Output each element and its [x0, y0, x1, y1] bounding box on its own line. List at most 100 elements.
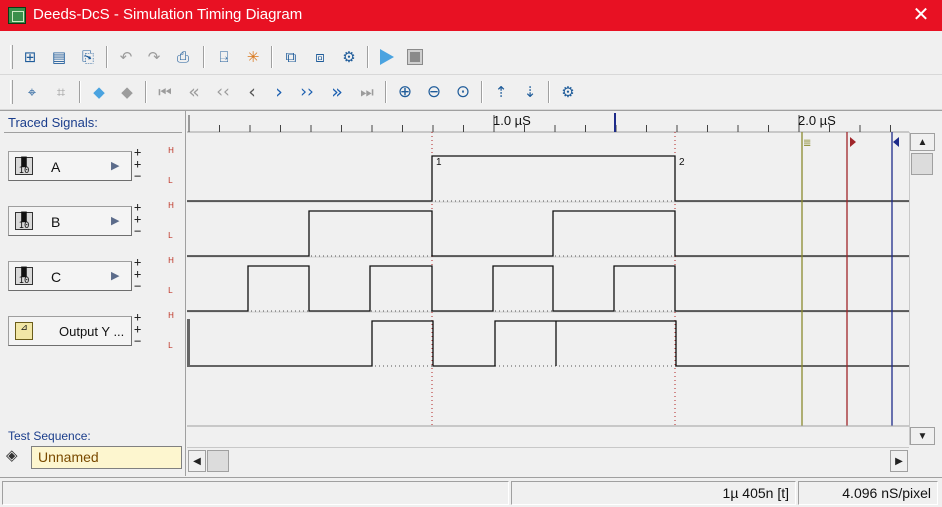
- document-icon[interactable]: ▤: [47, 45, 71, 69]
- toolbar-grip[interactable]: [10, 45, 13, 69]
- signal-level-control[interactable]: + + −: [134, 311, 146, 351]
- app-window: Deeds-DcS - Simulation Timing Diagram ✕ …: [0, 0, 942, 507]
- fast-rewind-icon[interactable]: «: [182, 80, 206, 104]
- input-switch-icon: █ 10: [15, 267, 33, 286]
- signal-level-control[interactable]: + + −: [134, 201, 146, 241]
- forward-icon[interactable]: ››: [295, 80, 319, 104]
- signal-button-b[interactable]: █ 10 B ▶: [8, 206, 132, 236]
- split-icon[interactable]: ⧉: [279, 45, 303, 69]
- zoom-fit-icon[interactable]: ⊙: [451, 80, 475, 104]
- zoom-out-icon[interactable]: ⊖: [422, 80, 446, 104]
- redo-icon[interactable]: ↷: [142, 45, 166, 69]
- level-high-label: H: [168, 201, 175, 210]
- ruler-label-2us: 2.0 µS: [798, 113, 836, 128]
- tag-icon: ◈: [6, 447, 18, 464]
- marker-olive-handle-icon[interactable]: ≣: [803, 138, 811, 149]
- signal-row-b: █ 10 B ▶ + + − H L: [0, 188, 186, 243]
- signal-type-icon: ▶: [111, 270, 120, 282]
- timing-panel: Traced Signals: █ 10 A ▶ + + − H L █ 10 B ▶: [0, 110, 942, 476]
- go-start-icon[interactable]: ⏮: [153, 80, 177, 104]
- horizontal-scrollbar[interactable]: ◀ ▶: [187, 447, 909, 473]
- status-scale: 4.096 nS/pixel: [798, 481, 938, 505]
- signal-name: A: [51, 159, 61, 175]
- add-signal-icon[interactable]: ⍈: [212, 45, 236, 69]
- signal-level-control[interactable]: + + −: [134, 256, 146, 296]
- level-high-label: H: [168, 146, 175, 155]
- signal-button-a[interactable]: █ 10 A ▶: [8, 151, 132, 181]
- level-low-label: L: [168, 231, 173, 240]
- toolbar-separator: [385, 81, 387, 103]
- zoom-in-icon[interactable]: ⊕: [393, 80, 417, 104]
- toolbar-separator: [481, 81, 483, 103]
- diagram-background: [187, 132, 909, 447]
- signal-button-output-y[interactable]: ⊿ Output Y ...: [8, 316, 132, 346]
- signal-button-c[interactable]: █ 10 C ▶: [8, 261, 132, 291]
- horizontal-scroll-thumb[interactable]: [207, 450, 229, 472]
- input-switch-icon: █ 10: [15, 157, 33, 176]
- vertical-scroll-thumb[interactable]: [911, 153, 933, 175]
- step-back-icon[interactable]: ‹: [240, 80, 264, 104]
- undo-icon[interactable]: ↶: [114, 45, 138, 69]
- timing-diagram[interactable]: 1.0 µS 2.0 µS 1 2 ≣: [187, 111, 909, 476]
- signal-type-icon: ▶: [111, 215, 120, 227]
- scroll-left-icon[interactable]: ◀: [188, 450, 206, 472]
- toolbar-separator: [106, 46, 108, 68]
- scroll-up-icon[interactable]: ▲: [910, 133, 935, 151]
- network-export-icon[interactable]: ⊞: [18, 45, 42, 69]
- cursor-settings-icon[interactable]: ⚙: [337, 45, 361, 69]
- stop-icon: [407, 49, 423, 65]
- toolbar-separator: [367, 46, 369, 68]
- signal-row-output-y: ⊿ Output Y ... + + − H L: [0, 298, 186, 353]
- print-icon[interactable]: ⎙: [171, 45, 195, 69]
- cursor-tool-disabled-icon[interactable]: ⌗: [49, 80, 73, 104]
- signal-level-control[interactable]: + + −: [134, 146, 146, 186]
- toolbar-grip[interactable]: [10, 80, 13, 104]
- signal-name: Output Y ...: [59, 324, 125, 339]
- ruler-label-1us: 1.0 µS: [493, 113, 531, 128]
- rewind-icon[interactable]: ‹‹: [211, 80, 235, 104]
- output-led-icon: ⊿: [15, 322, 33, 340]
- toolbar-separator: [145, 81, 147, 103]
- test-sequence-field[interactable]: Unnamed: [31, 446, 182, 469]
- toolbar-main: ⊞ ▤ ⎘ ↶ ↷ ⎙ ⍈ ✳ ⧉ ⧈ ⚙: [0, 40, 942, 75]
- signals-pane: Traced Signals: █ 10 A ▶ + + − H L █ 10 B ▶: [0, 111, 186, 476]
- step-forward-icon[interactable]: ›: [267, 80, 291, 104]
- app-icon: [8, 7, 26, 24]
- level-low-label: L: [168, 176, 173, 185]
- toolbar-separator: [79, 81, 81, 103]
- merge-icon[interactable]: ⧈: [308, 45, 332, 69]
- scroll-down-icon[interactable]: ▼: [910, 427, 935, 445]
- scroll-right-icon[interactable]: ▶: [890, 450, 908, 472]
- toolbar-separator: [271, 46, 273, 68]
- input-switch-icon: █ 10: [15, 212, 33, 231]
- level-low-label: L: [168, 341, 173, 350]
- vertical-scrollbar[interactable]: ▲ ▼: [909, 132, 935, 445]
- document-arrow-icon[interactable]: ⎘: [76, 45, 100, 69]
- fast-forward-icon[interactable]: »: [325, 80, 349, 104]
- test-sequence-label: Test Sequence:: [8, 429, 91, 443]
- move-up-icon[interactable]: ⇡: [489, 80, 513, 104]
- play-button[interactable]: [375, 45, 399, 69]
- status-time: 1µ 405n [t]: [511, 481, 796, 505]
- status-bar: 1µ 405n [t] 4.096 nS/pixel: [0, 477, 942, 507]
- signal-type-icon: ▶: [111, 160, 120, 172]
- cursor-tool-icon[interactable]: ⌖: [20, 80, 44, 104]
- move-down-icon[interactable]: ⇣: [518, 80, 542, 104]
- cursor-1-label: 1: [436, 157, 442, 168]
- traced-signals-label: Traced Signals:: [8, 115, 98, 130]
- signal-row-a: █ 10 A ▶ + + − H L: [0, 133, 186, 188]
- title-bar: Deeds-DcS - Simulation Timing Diagram ✕: [0, 0, 942, 31]
- status-message: [2, 481, 509, 505]
- level-high-label: H: [168, 256, 175, 265]
- arrow-left-icon[interactable]: ◆: [87, 80, 111, 104]
- go-end-icon[interactable]: ⏭: [355, 80, 379, 104]
- remove-signal-icon[interactable]: ✳: [241, 45, 265, 69]
- settings-icon[interactable]: ⚙: [556, 80, 580, 104]
- timing-canvas: 1.0 µS 2.0 µS 1 2 ≣: [187, 111, 909, 447]
- stop-button[interactable]: [403, 45, 427, 69]
- undefined-state-hatch: [187, 319, 190, 366]
- arrow-right-icon[interactable]: ◆: [115, 80, 139, 104]
- toolbar-navigation: ⌖ ⌗ ◆ ◆ ⏮ « ‹‹ ‹ › ›› » ⏭ ⊕ ⊖ ⊙ ⇡ ⇣ ⚙: [0, 75, 942, 110]
- close-button[interactable]: ✕: [908, 3, 934, 27]
- signal-name: C: [51, 269, 62, 285]
